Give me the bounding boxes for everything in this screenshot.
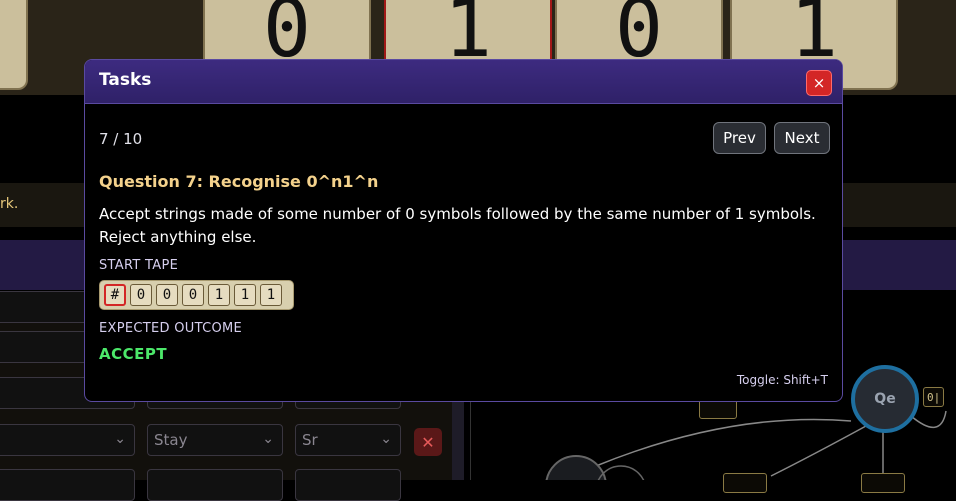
chevron-down-icon: ⌄ [380,431,392,447]
chevron-down-icon: ⌄ [262,431,274,447]
start-tape-label: START TAPE [99,258,179,273]
chevron-down-icon: ⌄ [114,431,126,447]
edge-label[interactable] [699,399,737,419]
prev-button[interactable]: Prev [713,122,766,154]
hint-text: rk. [0,196,19,212]
tape-cell: 1 [234,284,256,306]
task-counter: 7 / 10 [99,130,143,148]
question-title: Question 7: Recognise 0^n1^n [99,172,379,191]
state-select[interactable]: ⌄ [0,424,135,456]
tape-cell: 1 [208,284,230,306]
close-icon: × [812,74,826,92]
table-field[interactable] [295,469,401,501]
tape-cell: 0 [156,284,178,306]
table-field[interactable] [0,469,135,501]
next-state-value: Sr [302,431,318,449]
start-tape: # 0 0 0 1 1 1 [99,280,294,310]
expected-outcome-value: ACCEPT [99,345,168,363]
modal-title: Tasks [99,70,152,90]
toggle-shortcut-hint: Toggle: Shift+T [736,373,828,387]
tasks-modal: Tasks × 7 / 10 Prev Next Question 7: Rec… [84,59,843,402]
tape-cell: 1 [260,284,282,306]
next-button[interactable]: Next [774,122,830,154]
direction-select[interactable]: Stay ⌄ [147,424,283,456]
tape-cell: 0 [130,284,152,306]
direction-value: Stay [154,431,188,449]
state-node[interactable]: Qe [851,365,919,433]
modal-header: Tasks × [85,60,842,104]
tape-cell: 0 [182,284,204,306]
edge-label[interactable] [861,473,905,493]
table-field[interactable] [147,469,283,501]
close-button[interactable]: × [806,70,832,96]
delete-row-button[interactable]: ✕ [414,428,442,456]
question-description: Accept strings made of some number of 0 … [99,205,816,246]
edge-label[interactable] [723,473,767,493]
edge-label-text: 0| [927,390,941,404]
edge-label[interactable]: 0| [923,387,945,407]
next-state-select[interactable]: Sr ⌄ [295,424,401,456]
tape-cell-head: # [104,284,126,306]
tape-cell: 1 [0,0,28,90]
expected-outcome-label: EXPECTED OUTCOME [99,321,243,336]
state-node-label: Qe [874,391,896,407]
close-icon: ✕ [421,432,435,452]
